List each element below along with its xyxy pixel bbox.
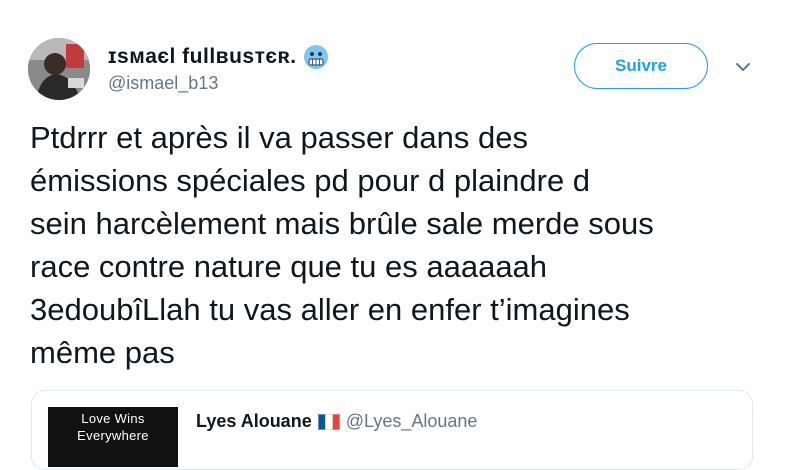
tweet-line: Ptdrrr et après il va passer dans des [30,120,528,155]
tweet-line: même pas [30,335,175,370]
freezing-face-icon [303,44,329,70]
tweet-line: race contre nature que tu es aaaaaah [30,249,548,284]
quoted-tweet-thumbnail[interactable]: Love Wins Everywhere [48,407,178,467]
quoted-author-name: Lyes Alouane [196,411,312,431]
quoted-author-handle: @Lyes_Alouane [345,411,478,431]
quoted-tweet-card[interactable]: Love Wins Everywhere Lyes Alouane @Lyes_… [31,390,753,470]
user-display-name[interactable]: ɪsмaєl fullвusтєʀ. [108,44,329,70]
display-name-text: ɪsмaєl fullвusтєʀ. [108,45,297,68]
thumbnail-text-line: Love Wins [81,411,145,426]
follow-button[interactable]: Suivre [574,43,708,89]
chevron-down-icon[interactable] [734,60,752,74]
france-flag-icon [317,413,340,430]
avatar[interactable] [28,38,90,100]
tweet-line: sein harcèlement mais brûle sale merde s… [30,206,654,241]
tweet-text: Ptdrrr et après il va passer dans des ém… [30,116,780,374]
tweet-line: émissions spéciales pd pour d plaindre d [30,163,591,198]
follow-button-label: Suivre [615,56,667,75]
user-handle[interactable]: @ismael_b13 [108,73,218,94]
quoted-tweet-author[interactable]: Lyes Alouane @Lyes_Alouane [196,411,477,432]
thumbnail-text-line: Everywhere [77,428,149,443]
tweet-line: 3edoubîLlah tu vas aller en enfer t’imag… [30,292,630,327]
